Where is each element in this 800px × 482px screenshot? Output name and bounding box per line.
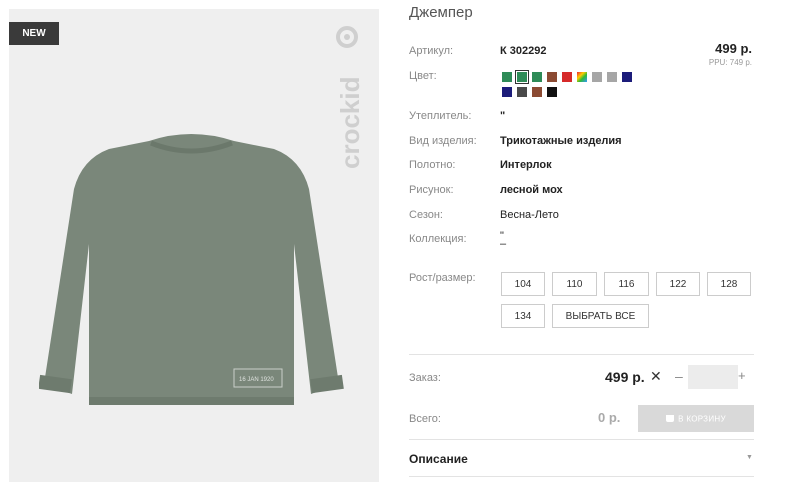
color-swatch[interactable] (502, 72, 512, 82)
new-badge: NEW (9, 22, 59, 45)
product-title: Джемпер (409, 4, 473, 21)
size-button-134[interactable]: 134 (501, 304, 545, 328)
size-button-122[interactable]: 122 (656, 272, 700, 296)
add-to-cart-label: В КОРЗИНУ (678, 414, 726, 424)
product-image[interactable]: NEW crockid 16 JAN 1920 (9, 9, 379, 482)
color-swatch[interactable] (562, 72, 572, 82)
order-price: 499 р. (605, 369, 645, 385)
color-swatch[interactable] (592, 72, 602, 82)
color-swatch[interactable] (547, 87, 557, 97)
pattern-label: Рисунок: (409, 184, 454, 196)
quantity-input[interactable] (688, 365, 738, 389)
add-to-cart-button[interactable]: В КОРЗИНУ (638, 405, 754, 432)
color-swatch[interactable] (607, 72, 617, 82)
color-swatch-selected[interactable] (515, 70, 529, 84)
color-swatch[interactable] (532, 72, 542, 82)
size-button-110[interactable]: 110 (552, 272, 597, 296)
collection-dash: – (500, 238, 507, 250)
size-button-104[interactable]: 104 (501, 272, 545, 296)
color-swatch[interactable] (517, 87, 527, 97)
select-all-button[interactable]: ВЫБРАТЬ ВСЕ (552, 304, 649, 328)
color-swatch[interactable] (622, 72, 632, 82)
divider (409, 476, 754, 477)
insulation-value: " (500, 110, 506, 122)
season-value: Весна-Лето (500, 209, 559, 221)
jumper-illustration: 16 JAN 1920 (39, 134, 344, 405)
quantity-increase-button[interactable]: + (738, 368, 746, 383)
season-label: Сезон: (409, 209, 443, 221)
total-value: 0 р. (598, 410, 621, 425)
divider (409, 354, 754, 355)
color-swatch[interactable] (502, 87, 512, 97)
product-price: 499 р. (715, 41, 752, 56)
print-label: 16 JAN 1920 (239, 377, 274, 383)
fabric-label: Полотно: (409, 159, 456, 171)
product-type-label: Вид изделия: (409, 135, 477, 147)
product-type-value: Трикотажные изделия (500, 135, 622, 147)
article-label: Артикул: (409, 45, 454, 57)
pattern-value: лесной мох (500, 184, 563, 196)
multiply-icon: ✕ (650, 368, 662, 384)
chevron-down-icon[interactable]: ▼ (746, 454, 753, 461)
insulation-label: Утеплитель: (409, 110, 472, 122)
description-toggle[interactable]: Описание (409, 452, 468, 466)
cart-icon (666, 415, 675, 423)
color-swatch-multicolor[interactable] (577, 72, 587, 82)
article-value: К 302292 (500, 45, 547, 57)
divider (409, 439, 754, 440)
size-button-128[interactable]: 128 (707, 272, 751, 296)
size-label: Рост/размер: (409, 272, 476, 284)
quantity-decrease-button[interactable]: – (675, 368, 683, 384)
ppu-price: PPU: 749 р. (708, 58, 752, 67)
color-label: Цвет: (409, 70, 437, 82)
fabric-value: Интерлок (500, 159, 552, 171)
size-button-116[interactable]: 116 (604, 272, 649, 296)
total-label: Всего: (409, 413, 441, 425)
color-swatch[interactable] (547, 72, 557, 82)
collection-label: Коллекция: (409, 233, 467, 245)
order-label: Заказ: (409, 372, 441, 384)
color-swatch[interactable] (532, 87, 542, 97)
